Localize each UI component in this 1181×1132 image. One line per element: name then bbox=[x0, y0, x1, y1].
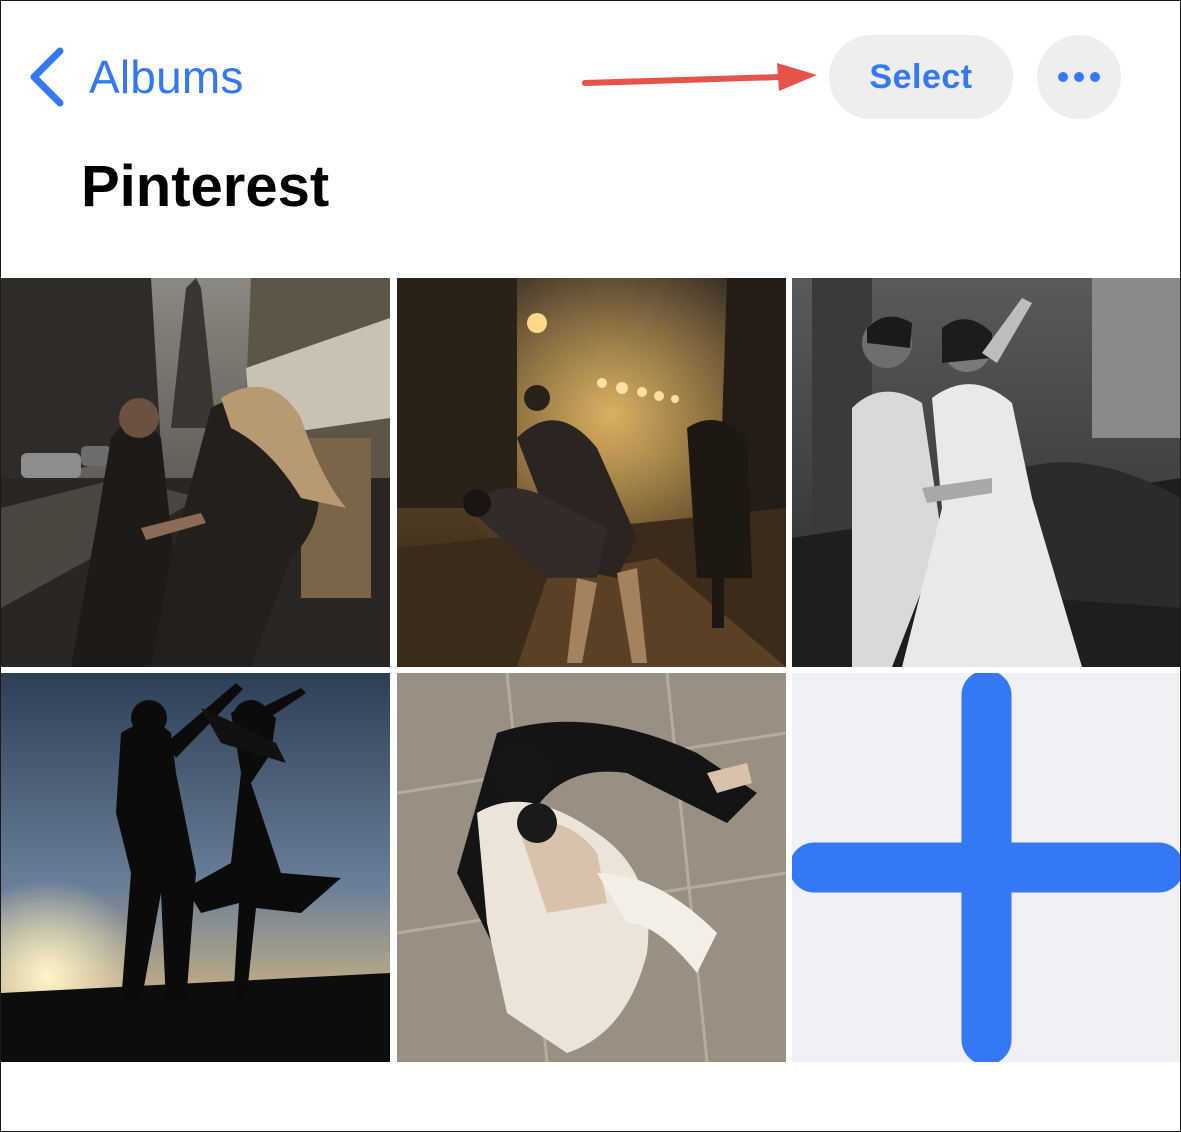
photos-album-view: Albums Select Pinterest bbox=[0, 0, 1181, 1132]
photo-thumbnail[interactable] bbox=[1, 673, 390, 1062]
photo-couple-paris-street bbox=[1, 278, 390, 667]
photo-couple-bw-dress bbox=[792, 278, 1180, 667]
back-button[interactable]: Albums bbox=[27, 45, 244, 109]
more-button[interactable] bbox=[1037, 35, 1121, 119]
photo-thumbnail[interactable] bbox=[1, 278, 390, 667]
annotation-arrow-icon bbox=[582, 63, 817, 91]
photo-grid bbox=[1, 278, 1180, 1062]
plus-icon bbox=[792, 673, 1180, 1062]
chevron-left-icon bbox=[30, 47, 64, 107]
ellipsis-icon bbox=[1058, 72, 1100, 82]
photo-thumbnail[interactable] bbox=[792, 278, 1180, 667]
album-title: Pinterest bbox=[81, 154, 330, 219]
photo-thumbnail[interactable] bbox=[397, 278, 786, 667]
photo-thumbnail[interactable] bbox=[397, 673, 786, 1062]
select-button[interactable]: Select bbox=[829, 35, 1013, 119]
photo-couple-silhouette-sunset bbox=[1, 673, 390, 1062]
photo-couple-rain-street-lights bbox=[397, 278, 786, 667]
add-photo-button[interactable] bbox=[792, 673, 1180, 1062]
photo-couple-waltz-overhead bbox=[397, 673, 786, 1062]
back-button-label: Albums bbox=[89, 51, 244, 103]
